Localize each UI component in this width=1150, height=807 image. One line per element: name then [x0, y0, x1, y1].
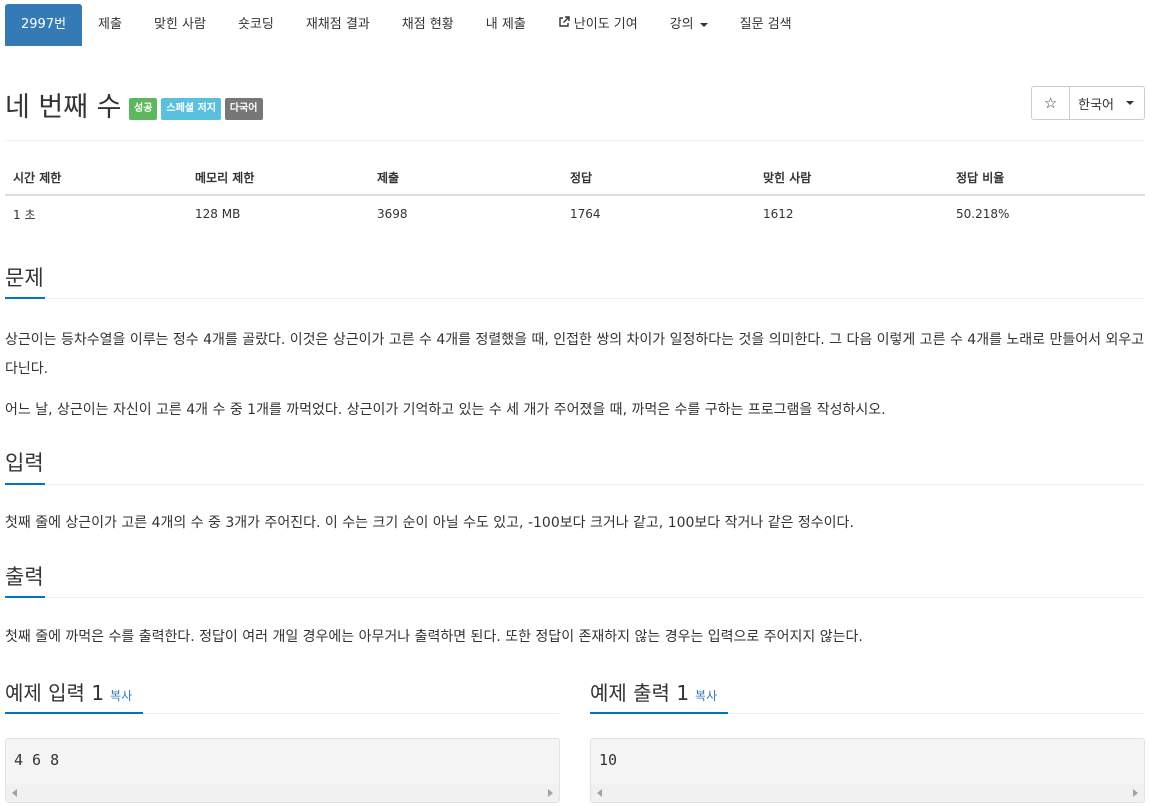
scroll-right-icon[interactable]	[548, 789, 553, 797]
tab-question-search[interactable]: 질문 검색	[724, 4, 808, 46]
divider	[5, 484, 1145, 485]
tab-label: 강의	[669, 17, 694, 32]
copy-output-button[interactable]: 복사	[695, 689, 717, 703]
example-output-title: 예제 출력 1	[590, 681, 690, 705]
language-label: 한국어	[1078, 97, 1114, 113]
tab-label: 제출	[98, 17, 122, 32]
tab-label: 질문 검색	[739, 17, 792, 32]
header-accept-ratio: 정답 비율	[948, 160, 1145, 196]
section-heading-problem: 문제	[5, 266, 44, 290]
input-description: 첫째 줄에 상근이가 고른 4개의 수 중 3개가 주어진다. 이 수는 크기 …	[5, 515, 854, 531]
example-output-box: 10	[590, 738, 1145, 803]
caret-down-icon	[699, 23, 708, 27]
tab-label: 내 제출	[485, 17, 526, 32]
tab-rejudge-results[interactable]: 재채점 결과	[290, 4, 386, 46]
header-time-limit: 시간 제한	[5, 160, 187, 196]
submissions-value: 3698	[377, 207, 408, 221]
heading-underline	[5, 596, 45, 598]
solved-users-value: 1612	[763, 207, 794, 221]
problem-nav-tabs: 2997번 제출 맞힌 사람 숏코딩 재채점 결과 채점 현황 내 제출 난이도…	[5, 4, 808, 46]
heading-underline	[5, 712, 143, 714]
special-judge-badge: 스페셜 저지	[161, 98, 221, 120]
problem-title: 네 번째 수	[5, 92, 122, 123]
example-output-heading: 예제 출력 1 복사	[590, 677, 717, 706]
tab-solved-users[interactable]: 맞힌 사람	[138, 4, 222, 46]
tab-label: 숏코딩	[237, 17, 274, 32]
scroll-left-icon[interactable]	[12, 789, 17, 797]
time-limit-value: 1 초	[13, 207, 36, 222]
tab-label: 재채점 결과	[305, 17, 370, 32]
tab-label: 맞힌 사람	[153, 17, 206, 32]
divider	[5, 140, 1145, 141]
heading-underline	[5, 297, 45, 299]
header-submissions: 제출	[369, 160, 562, 196]
tab-lectures-dropdown[interactable]: 강의	[654, 4, 724, 46]
tab-difficulty-contribution[interactable]: 난이도 기여	[542, 4, 654, 46]
example-input-heading: 예제 입력 1 복사	[5, 677, 132, 706]
accept-ratio-value: 50.218%	[956, 207, 1010, 221]
problem-info-table: 시간 제한 메모리 제한 제출 정답 맞힌 사람 정답 비율 1 초 128 M…	[5, 160, 1145, 232]
example-input-title: 예제 입력 1	[5, 681, 105, 705]
star-icon: ☆	[1043, 94, 1058, 112]
tab-short-coding[interactable]: 숏코딩	[222, 4, 290, 46]
output-description: 첫째 줄에 까먹은 수를 출력한다. 정답이 여러 개일 경우에는 아무거나 출…	[5, 629, 863, 645]
tab-label: 2997번	[21, 17, 67, 32]
example-input-code: 4 6 8	[14, 751, 60, 769]
caret-down-icon	[1126, 101, 1134, 105]
example-input-box: 4 6 8	[5, 738, 560, 803]
divider	[5, 597, 1145, 598]
header-accepted: 정답	[562, 160, 755, 196]
accepted-value: 1764	[570, 207, 601, 221]
heading-underline	[590, 712, 728, 714]
example-output-code: 10	[599, 751, 618, 769]
memory-limit-value: 128 MB	[195, 207, 241, 221]
tab-judge-status[interactable]: 채점 현황	[386, 4, 470, 46]
scroll-left-icon[interactable]	[597, 789, 602, 797]
problem-description-p1: 상근이는 등차수열을 이루는 정수 4개를 골랐다. 이것은 상근이가 고른 수…	[5, 332, 1145, 377]
tab-label: 난이도 기여	[573, 17, 638, 32]
horizontal-scrollbar[interactable]	[6, 784, 559, 802]
heading-underline	[5, 483, 45, 485]
favorite-button[interactable]: ☆	[1031, 86, 1071, 120]
horizontal-scrollbar[interactable]	[591, 784, 1144, 802]
table-header-row: 시간 제한 메모리 제한 제출 정답 맞힌 사람 정답 비율	[5, 160, 1145, 196]
language-dropdown[interactable]: 한국어	[1070, 86, 1145, 120]
section-heading-input: 입력	[5, 451, 44, 475]
tab-submit[interactable]: 제출	[82, 4, 138, 46]
problem-badges: 성공 스페셜 저지 다국어	[129, 98, 263, 120]
tab-my-submissions[interactable]: 내 제출	[470, 4, 542, 46]
header-solved-users: 맞힌 사람	[755, 160, 948, 196]
divider	[5, 298, 1145, 299]
status-badge-success: 성공	[129, 98, 158, 120]
multilanguage-badge: 다국어	[224, 98, 263, 120]
problem-description-p2: 어느 날, 상근이는 자신이 고른 4개 수 중 1개를 까먹었다. 상근이가 …	[5, 402, 886, 418]
copy-input-button[interactable]: 복사	[110, 689, 132, 703]
tab-problem[interactable]: 2997번	[5, 4, 83, 46]
tab-label: 채점 현황	[401, 17, 454, 32]
scroll-right-icon[interactable]	[1133, 789, 1138, 797]
table-row: 1 초 128 MB 3698 1764 1612 50.218%	[5, 195, 1145, 232]
external-link-icon	[558, 4, 570, 46]
problem-actions: ☆ 한국어	[1031, 86, 1145, 120]
section-heading-output: 출력	[5, 565, 44, 589]
header-memory-limit: 메모리 제한	[187, 160, 369, 196]
